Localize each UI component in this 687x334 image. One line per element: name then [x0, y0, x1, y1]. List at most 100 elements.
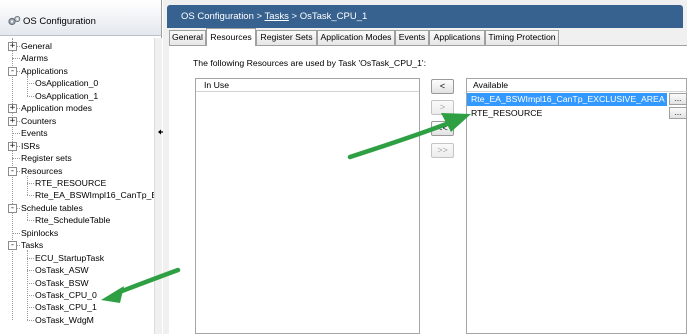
tree-node[interactable]: General [21, 40, 52, 52]
expand-icon[interactable]: + [8, 116, 17, 126]
tree-scrollbar[interactable] [154, 38, 162, 334]
tree-guide-line [12, 38, 13, 320]
tree-node-label[interactable]: OsTask_BSW [35, 278, 89, 288]
tree-node-label[interactable]: Rte_EA_BSWImpl16_CanTp_EX [35, 190, 161, 200]
tree-child-node[interactable]: OsApplication_1 [35, 90, 98, 102]
tree-node-label[interactable]: OsTask_CPU_0 [35, 290, 97, 300]
collapse-icon[interactable]: - [8, 66, 17, 76]
tree-guide-line [27, 75, 28, 96]
tree-guide-line [27, 250, 28, 320]
available-item-label[interactable]: Rte_EA_BSWImpl16_CanTp_EXCLUSIVE_AREA [467, 93, 667, 106]
tab-timing-protection[interactable]: Timing Protection [485, 30, 559, 45]
panel-title: OS Configuration [23, 16, 96, 27]
task-editor: OS Configuration > Tasks > OsTask_CPU_1 … [163, 0, 687, 334]
tree-node-label[interactable]: Applications [21, 66, 68, 76]
tree-connector [12, 158, 20, 160]
tree-node[interactable]: Counters [21, 115, 56, 127]
tree-node-label[interactable]: Events [21, 128, 48, 138]
remove-resource-button[interactable]: > [431, 100, 454, 115]
os-configuration-header: OS Configuration [0, 0, 161, 36]
tree-child-node[interactable]: OsTask_BSW [35, 277, 89, 289]
tree-node[interactable]: Schedule tables [21, 202, 83, 214]
collapse-icon[interactable]: - [8, 203, 17, 213]
tree-connector [12, 232, 20, 234]
tree-connector [27, 220, 34, 222]
tree-node[interactable]: Application modes [21, 102, 92, 114]
tab-applications[interactable]: Applications [429, 30, 485, 45]
tree-node-label[interactable]: Spinlocks [21, 228, 58, 238]
expand-icon[interactable]: + [8, 104, 17, 114]
tree-child-node[interactable]: Rte_EA_BSWImpl16_CanTp_EX [35, 189, 161, 201]
available-item-exclusive-area[interactable]: Rte_EA_BSWImpl16_CanTp_EXCLUSIVE_AREA ..… [467, 93, 687, 106]
available-header[interactable]: Available [467, 79, 687, 92]
tree-child-node[interactable]: Rte_ScheduleTable [35, 214, 110, 226]
tree-connector [27, 195, 34, 197]
tree-child-node[interactable]: OsTask_CPU_0 [35, 289, 97, 301]
tree-child-node[interactable]: OsTask_WdgM [35, 314, 94, 326]
tree-node-label[interactable]: Resources [21, 166, 63, 176]
tree-guide-line [27, 175, 28, 196]
available-list[interactable]: Available Rte_EA_BSWImpl16_CanTp_EXCLUSI… [466, 78, 687, 334]
tree-node[interactable]: Tasks [21, 239, 43, 251]
tree-child-node[interactable]: ECU_StartupTask [35, 252, 104, 264]
tree-child-node[interactable]: OsTask_ASW [35, 264, 89, 276]
breadcrumb-separator: > [291, 11, 298, 22]
item-browse-button[interactable]: ... [669, 107, 687, 119]
in-use-header-label: In Use [204, 80, 230, 90]
tree-node-label[interactable]: Counters [21, 116, 56, 126]
in-use-list[interactable]: In Use [195, 78, 420, 334]
tree-node[interactable]: Register sets [21, 152, 72, 164]
tree-node-label[interactable]: ECU_StartupTask [35, 253, 104, 263]
breadcrumb-link-tasks[interactable]: Tasks [265, 11, 289, 22]
tab-register-sets[interactable]: Register Sets [256, 30, 317, 45]
tree-node-label[interactable]: RTE_RESOURCE [35, 178, 106, 188]
tree-node-label[interactable]: OsApplication_0 [35, 78, 98, 88]
remove-all-resources-button[interactable]: >> [431, 143, 454, 158]
tree-child-node[interactable]: RTE_RESOURCE [35, 177, 106, 189]
tree-node-label[interactable]: Application modes [21, 103, 92, 113]
tree-node-label[interactable]: Tasks [21, 240, 43, 250]
breadcrumb-bar: OS Configuration > Tasks > OsTask_CPU_1 [167, 5, 683, 28]
available-item-rte-resource[interactable]: RTE_RESOURCE ... [467, 107, 687, 120]
breadcrumb-root[interactable]: OS Configuration [181, 11, 254, 22]
tree-child-node[interactable]: OsTask_CPU_1 [35, 301, 97, 313]
tab-application-modes[interactable]: Application Modes [317, 30, 395, 45]
tab-resources[interactable]: Resources [206, 28, 256, 46]
collapse-icon[interactable]: - [8, 241, 17, 251]
os-configuration-panel: OS Configuration General + Alarms Applicati… [0, 0, 162, 334]
tree-connector [12, 58, 20, 60]
tree-node-label[interactable]: Alarms [21, 53, 48, 63]
breadcrumb-separator: > [256, 11, 263, 22]
tree-node-label[interactable]: OsApplication_1 [35, 91, 98, 101]
tab-events[interactable]: Events [395, 30, 429, 45]
collapse-icon[interactable]: - [8, 166, 17, 176]
tree-node[interactable]: ISRs [21, 140, 40, 152]
in-use-header[interactable]: In Use [196, 79, 419, 92]
tree-node-label[interactable]: OsTask_CPU_1 [35, 302, 97, 312]
gears-icon [8, 16, 21, 26]
item-browse-button[interactable]: ... [669, 93, 687, 105]
add-all-resources-button[interactable]: << [431, 121, 454, 136]
resources-description: The following Resources are used by Task… [193, 58, 426, 68]
tree-child-node[interactable]: OsApplication_0 [35, 77, 98, 89]
tree-node[interactable]: Alarms [21, 52, 48, 64]
tree-connector [12, 133, 20, 135]
available-item-label[interactable]: RTE_RESOURCE [467, 107, 667, 120]
breadcrumb: OS Configuration > Tasks > OsTask_CPU_1 [181, 11, 367, 22]
tree-node-label[interactable]: OsTask_WdgM [35, 315, 94, 325]
tree-node[interactable]: Spinlocks [21, 227, 58, 239]
tree-node[interactable]: Applications [21, 65, 68, 77]
add-resource-button[interactable]: < [431, 79, 454, 94]
configuration-tree: General + Alarms Applications - OsApplication… [0, 38, 161, 334]
tree-node-label[interactable]: ISRs [21, 141, 40, 151]
tree-node-label[interactable]: General [21, 41, 52, 51]
tree-connector [27, 282, 34, 284]
tree-node-label[interactable]: Rte_ScheduleTable [35, 215, 110, 225]
tree-node-label[interactable]: Register sets [21, 153, 72, 163]
tree-node-label[interactable]: Schedule tables [21, 203, 83, 213]
tab-general[interactable]: General [169, 30, 206, 45]
tree-node[interactable]: Events [21, 127, 48, 139]
expand-icon[interactable]: + [8, 42, 17, 51]
expand-icon[interactable]: + [8, 141, 17, 151]
tree-node-label[interactable]: OsTask_ASW [35, 265, 89, 275]
